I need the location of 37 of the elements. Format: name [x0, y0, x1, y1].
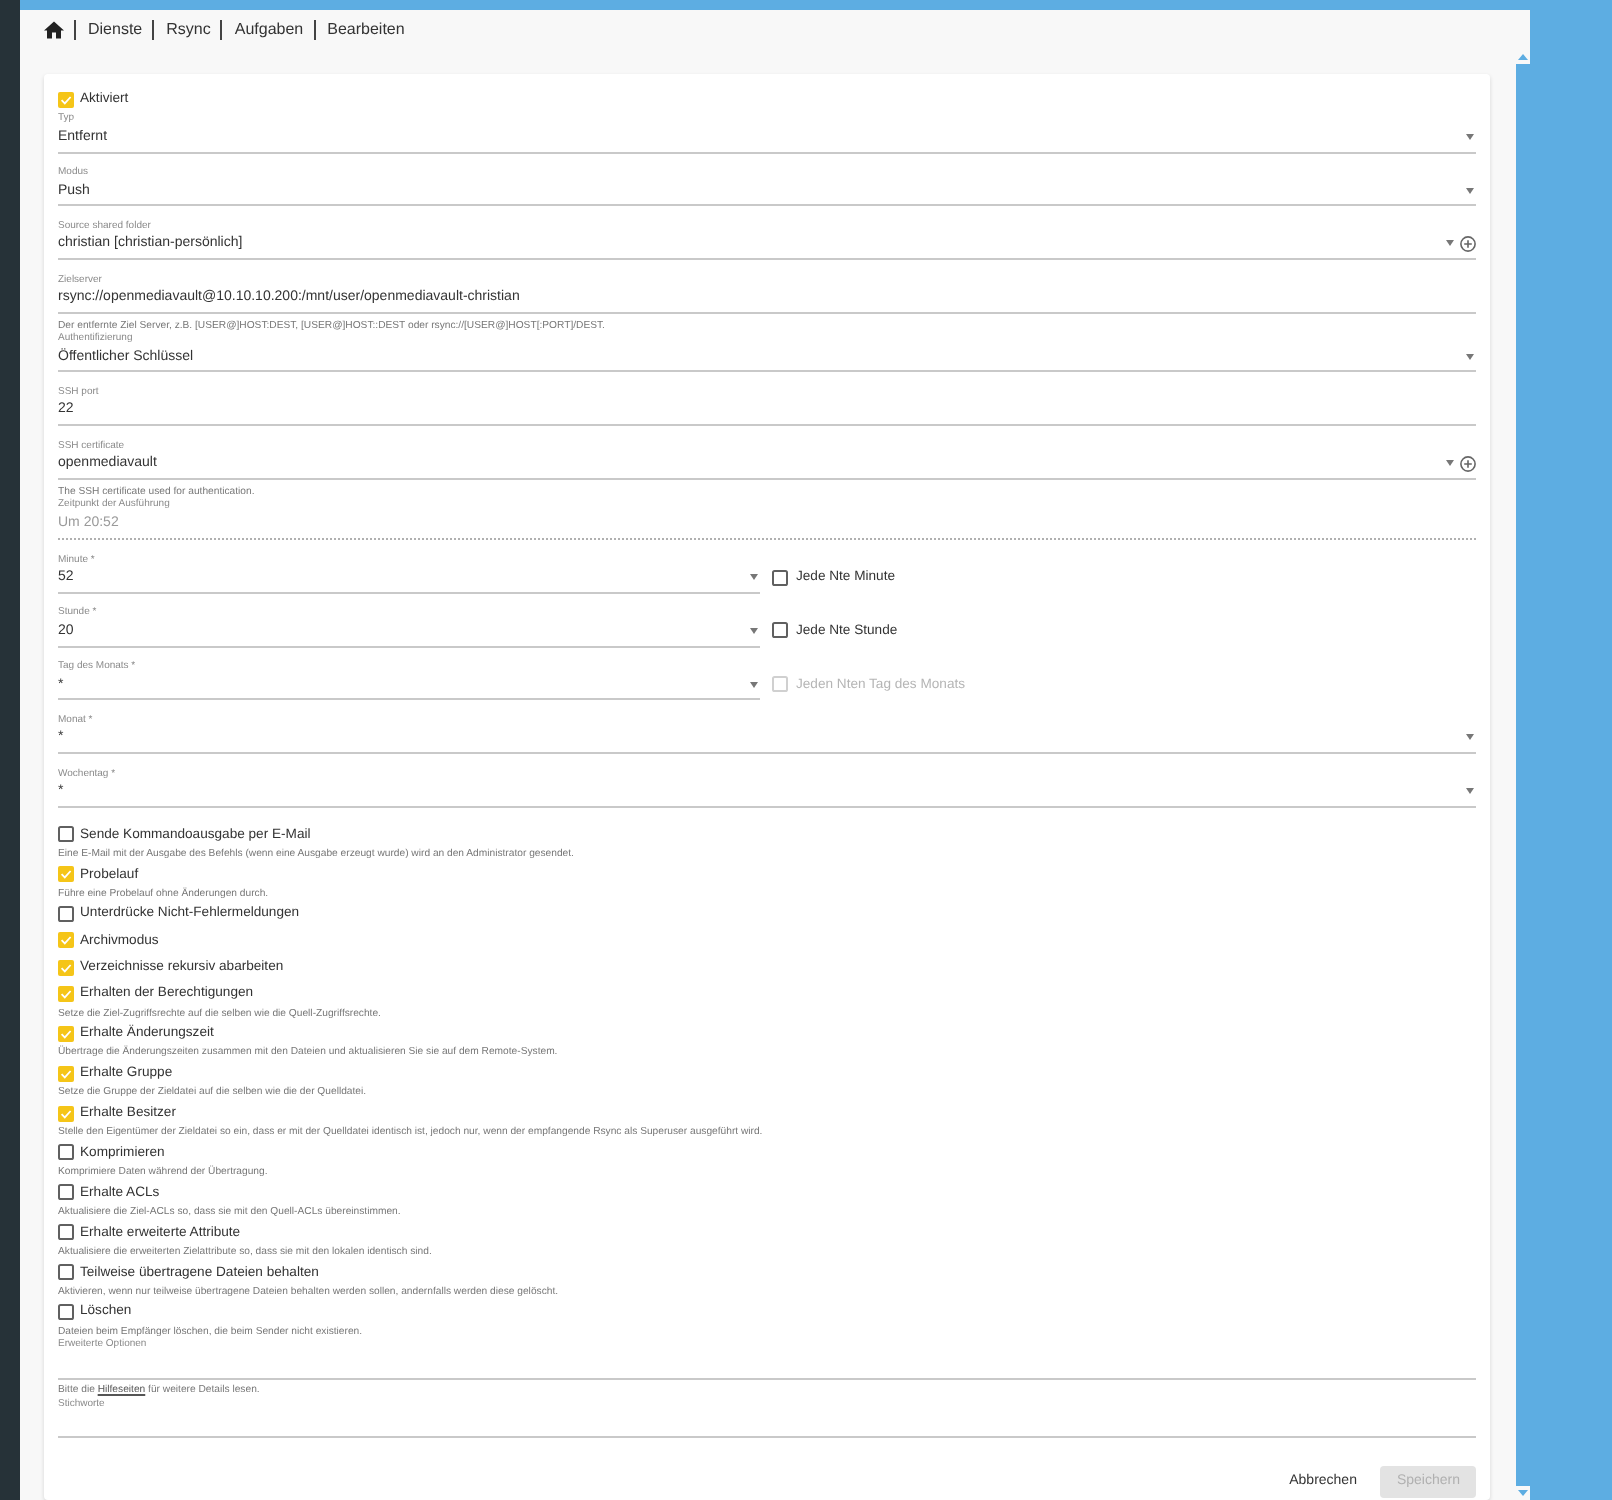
- checkbox[interactable]: [58, 1184, 74, 1201]
- add-circle-icon[interactable]: [1460, 455, 1476, 472]
- checkbox[interactable]: [58, 91, 74, 108]
- checkbox[interactable]: [58, 932, 74, 949]
- caret-icon: [1466, 734, 1474, 741]
- checkbox[interactable]: [58, 1065, 74, 1082]
- caret-icon: [1466, 788, 1474, 795]
- home-icon[interactable]: [44, 20, 64, 40]
- breadcrumb-link[interactable]: Bearbeiten: [313, 20, 415, 40]
- checkbox[interactable]: [58, 1264, 74, 1281]
- add-circle-icon[interactable]: [1460, 235, 1476, 252]
- checkbox[interactable]: [58, 866, 74, 883]
- checkbox[interactable]: [58, 1105, 74, 1122]
- caret-icon: [1466, 133, 1474, 140]
- caret-icon: [1466, 353, 1474, 360]
- checkbox[interactable]: [58, 1224, 74, 1241]
- scroll-up-icon[interactable]: [1517, 54, 1527, 60]
- checkbox[interactable]: [58, 1303, 74, 1320]
- scroll-down-icon[interactable]: [1517, 1490, 1527, 1496]
- checkbox[interactable]: [58, 985, 74, 1002]
- checkbox[interactable]: [58, 1144, 74, 1161]
- breadcrumb-link[interactable]: Rsync: [152, 20, 221, 40]
- caret-icon: [1466, 187, 1474, 194]
- caret-icon: [1446, 460, 1454, 467]
- caret-icon: [750, 574, 758, 581]
- caret-icon: [750, 627, 758, 634]
- caret-icon: [1446, 240, 1454, 247]
- checkbox[interactable]: [772, 622, 788, 639]
- checkbox[interactable]: [58, 826, 74, 843]
- checkbox[interactable]: [58, 905, 74, 922]
- breadcrumb-link[interactable]: Dienste: [74, 20, 153, 40]
- checkbox[interactable]: [772, 569, 788, 586]
- checkbox[interactable]: [58, 959, 74, 976]
- checkbox[interactable]: [58, 1025, 74, 1042]
- breadcrumb-link[interactable]: Aufgaben: [220, 20, 314, 40]
- caret-icon: [750, 681, 758, 688]
- scrollbar-thumb[interactable]: [1515, 64, 1529, 1486]
